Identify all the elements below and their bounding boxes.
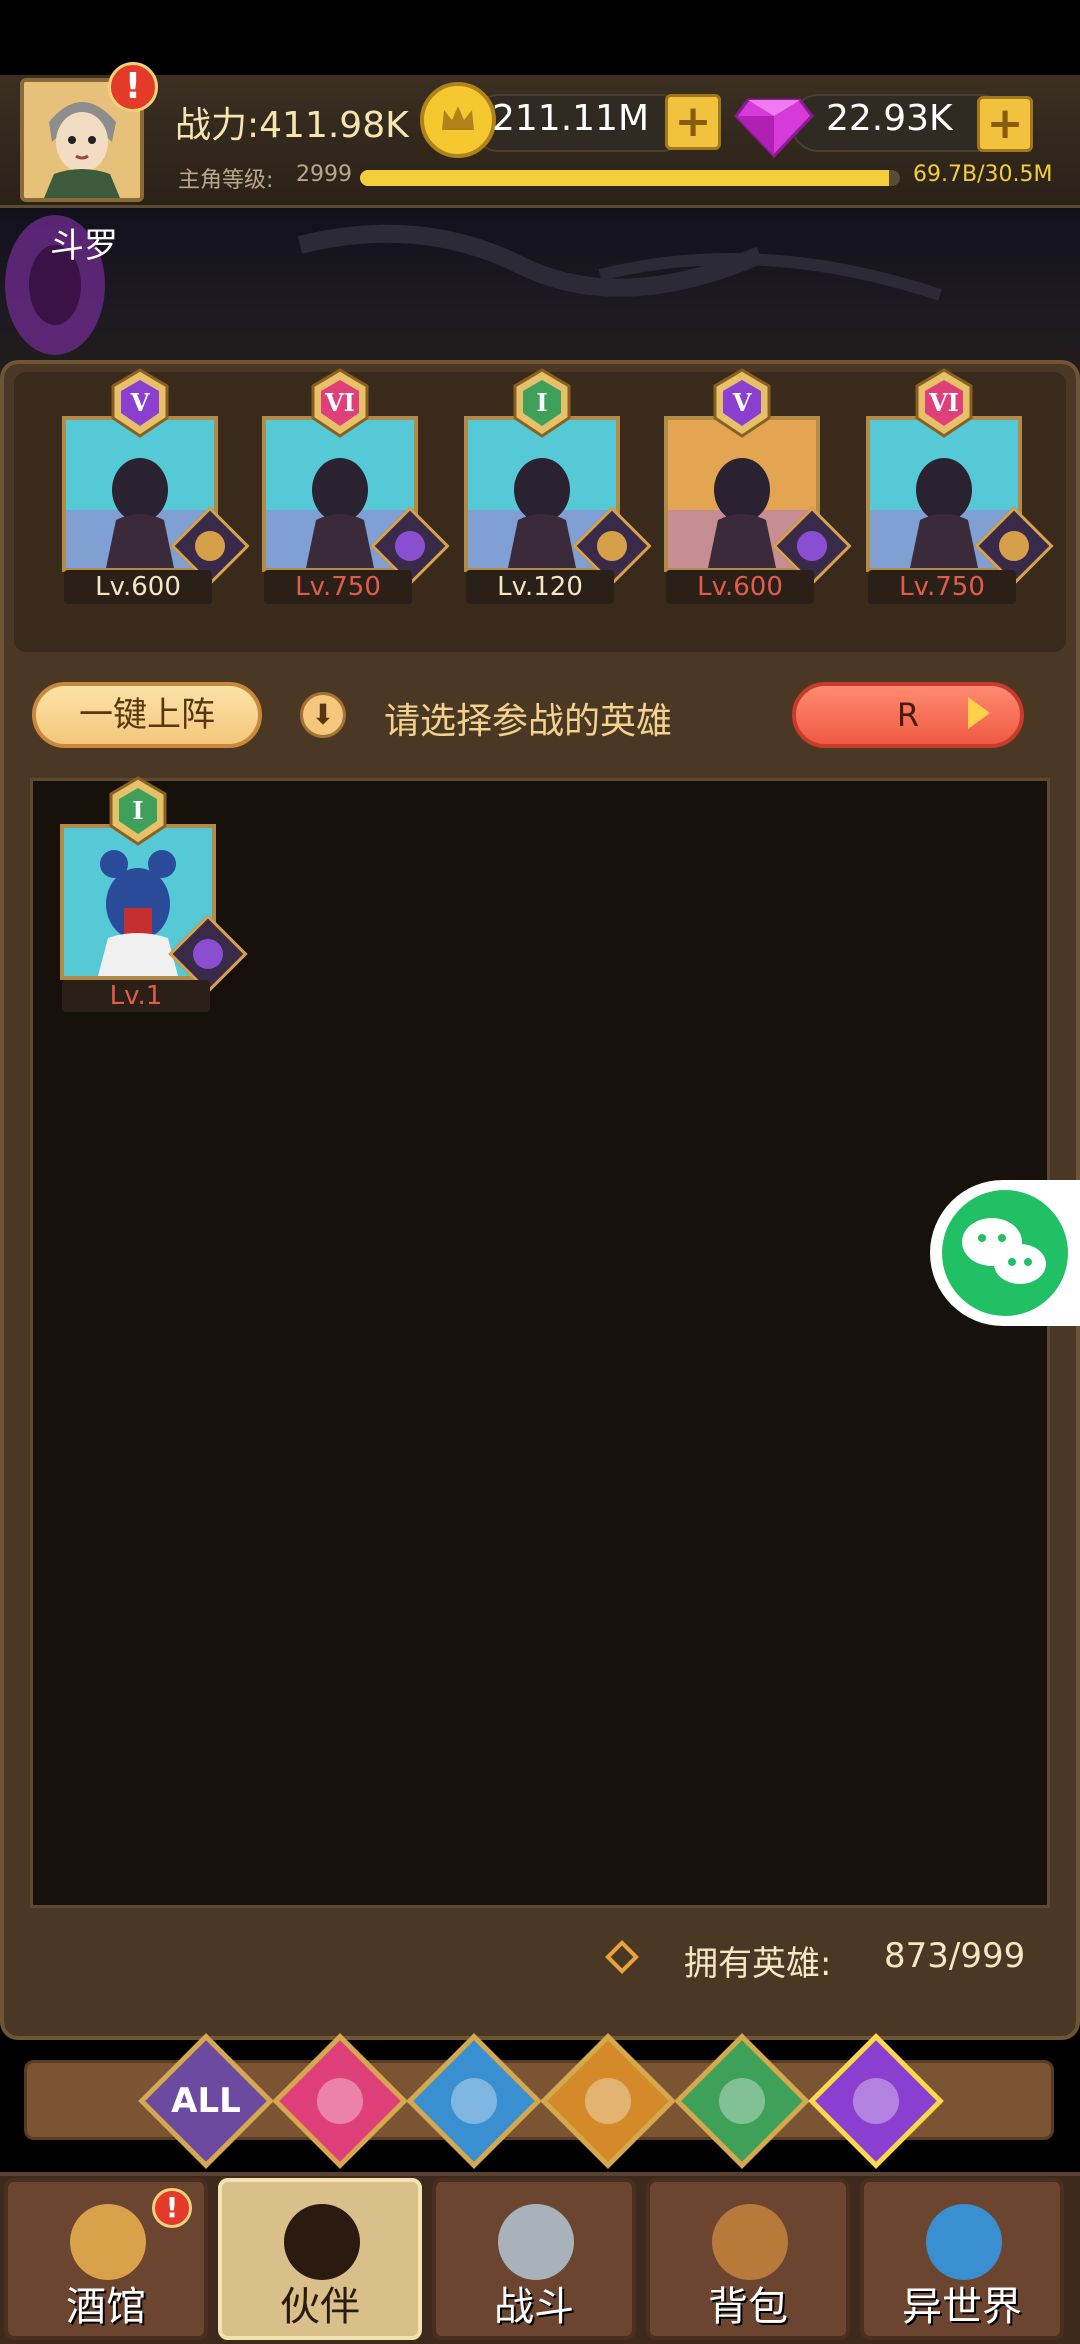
- filter-elf-icon[interactable]: [674, 2033, 810, 2169]
- nav-tab-2[interactable]: 伙伴: [218, 2178, 422, 2340]
- team-hero-rank-label: VI: [929, 388, 959, 417]
- filter-all-label: ALL: [171, 2081, 241, 2121]
- filter-demon-icon[interactable]: [808, 2033, 944, 2169]
- team-hero-rank-label: I: [536, 388, 548, 417]
- team-hero-rank-badge: V: [707, 368, 777, 438]
- team-hero-level: Lv.600: [64, 570, 212, 604]
- team-hero-level: Lv.750: [868, 570, 1016, 604]
- nav-tab-label: 战斗: [494, 2284, 574, 2330]
- filter-lion-label: [560, 2053, 656, 2149]
- background-scene: [0, 205, 1080, 385]
- level-label: 主角等级:: [178, 168, 274, 193]
- team-hero-rank-label: V: [130, 388, 150, 417]
- pool-hero-rank-badge: I: [103, 776, 173, 846]
- pool-hero-level: Lv.1: [62, 980, 210, 1012]
- nav-tab-4[interactable]: 背包: [646, 2178, 850, 2340]
- gold-amount: 211.11M: [492, 98, 650, 139]
- team-hero-rank-badge: VI: [909, 368, 979, 438]
- owned-heroes-count: 873/999: [884, 1936, 1026, 1976]
- filter-elf-label: [694, 2053, 790, 2149]
- filter-knight-label: [292, 2053, 388, 2149]
- nav-tab-label: 异世界: [902, 2284, 1022, 2330]
- player-name: 斗罗: [50, 226, 118, 266]
- nav-tab-label: 背包: [708, 2284, 788, 2330]
- level-value: 2999: [296, 162, 352, 187]
- avatar-alert-badge: !: [108, 62, 158, 112]
- select-hero-hint: 请选择参战的英雄: [384, 701, 673, 742]
- nav-tab-5[interactable]: 异世界: [860, 2178, 1064, 2340]
- filter-all-icon[interactable]: ALL: [138, 2033, 274, 2169]
- team-hero-rank-badge: V: [105, 368, 175, 438]
- nav-tab-label: 酒馆: [66, 2284, 146, 2330]
- combat-power: 战力:411.98K: [175, 105, 409, 146]
- filter-fish-icon[interactable]: [406, 2033, 542, 2169]
- filter-fish-label: [426, 2053, 522, 2149]
- tavern-alert-badge: !: [152, 2188, 192, 2228]
- team-hero-rank-badge: I: [507, 368, 577, 438]
- team-hero-rank-label: V: [732, 388, 752, 417]
- arrow-down-icon: ⬇: [300, 692, 346, 738]
- gold-coin-icon: [420, 82, 496, 158]
- gem-icon: [734, 86, 814, 162]
- auto-deploy-button[interactable]: 一键上阵: [32, 682, 262, 748]
- nav-tab-label: 伙伴: [280, 2284, 360, 2330]
- xp-bar: [360, 170, 900, 186]
- team-hero-level: Lv.750: [264, 570, 412, 604]
- team-hero-rank-label: VI: [325, 388, 355, 417]
- pool-hero-rank-label: I: [132, 796, 144, 825]
- filter-lion-icon[interactable]: [540, 2033, 676, 2169]
- xp-text: 69.7B/30.5M: [913, 162, 1053, 187]
- nav-tab-3[interactable]: 战斗: [432, 2178, 636, 2340]
- filter-knight-icon[interactable]: [272, 2033, 408, 2169]
- team-hero-level: Lv.600: [666, 570, 814, 604]
- xp-fill: [360, 170, 890, 186]
- team-hero-rank-badge: VI: [305, 368, 375, 438]
- filter-demon-label: [828, 2053, 924, 2149]
- gem-amount: 22.93K: [826, 98, 953, 139]
- add-gold-button[interactable]: +: [665, 94, 721, 150]
- wechat-icon[interactable]: [942, 1190, 1068, 1316]
- team-hero-level: Lv.120: [466, 570, 614, 604]
- owned-heroes-label: 拥有英雄:: [684, 1944, 832, 1984]
- add-gem-button[interactable]: +: [977, 96, 1033, 152]
- next-arrow-icon[interactable]: [968, 697, 990, 729]
